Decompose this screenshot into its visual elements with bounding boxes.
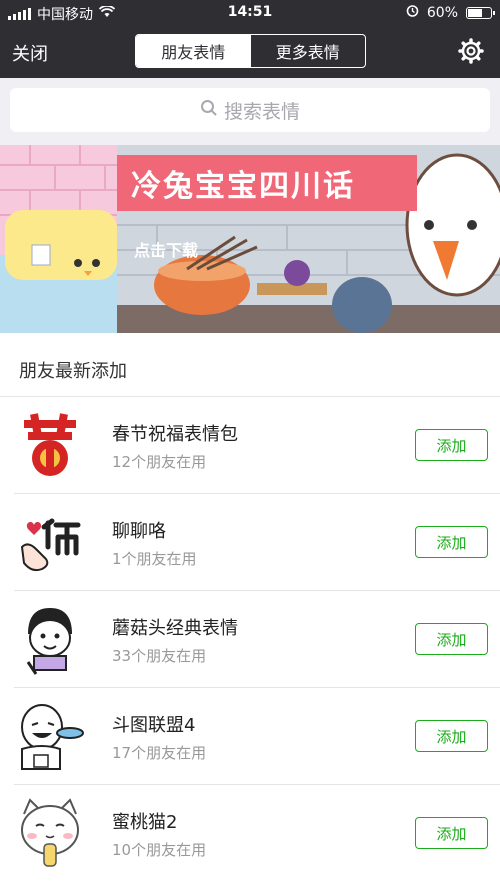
- sticker-user-count: 1个朋友在用: [112, 550, 197, 568]
- sticker-user-count: 12个朋友在用: [112, 453, 207, 471]
- close-button[interactable]: 关闭: [12, 40, 48, 66]
- sticker-user-count: 17个朋友在用: [112, 744, 207, 762]
- search-placeholder: 搜索表情: [223, 100, 300, 123]
- add-button[interactable]: 添加: [415, 526, 488, 558]
- list-item[interactable]: 斗图联盟4 17个朋友在用 添加: [0, 688, 500, 785]
- add-button[interactable]: 添加: [415, 623, 488, 655]
- top-bar: 中国移动 14:51 60% 关闭 朋友表情 更多表情: [0, 0, 500, 78]
- list-item[interactable]: 聊聊咯 1个朋友在用 添加: [0, 494, 500, 591]
- add-button[interactable]: 添加: [415, 720, 488, 752]
- banner-download-link[interactable]: 点击下载: [134, 237, 198, 261]
- sticker-thumbnail: [14, 794, 86, 870]
- tab-more-stickers[interactable]: 更多表情: [251, 35, 366, 67]
- section-title: 朋友最新添加: [19, 361, 127, 382]
- add-button[interactable]: 添加: [415, 429, 488, 461]
- banner-side-panel: [0, 145, 117, 333]
- search-input[interactable]: 搜索表情: [10, 88, 490, 132]
- sticker-name: 蜜桃猫2: [112, 812, 178, 833]
- banner-title: 冷兔宝宝四川话: [117, 155, 417, 211]
- gear-icon[interactable]: [458, 38, 484, 64]
- sticker-thumbnail: [14, 697, 86, 773]
- sticker-thumbnail: [14, 600, 86, 676]
- battery-icon: [466, 6, 495, 19]
- sticker-list: 春节祝福表情包 12个朋友在用 添加 聊聊咯 1个朋友在用 添加 蘑菇头经典表情…: [0, 397, 500, 889]
- search-icon: [200, 99, 218, 122]
- sticker-name: 蘑菇头经典表情: [112, 618, 238, 639]
- alarm-icon: [406, 4, 419, 21]
- sticker-user-count: 33个朋友在用: [112, 647, 207, 665]
- add-button[interactable]: 添加: [415, 817, 488, 849]
- battery-percent: 60%: [426, 4, 458, 21]
- list-item[interactable]: 蘑菇头经典表情 33个朋友在用 添加: [0, 591, 500, 688]
- status-bar: 中国移动 14:51 60%: [0, 0, 500, 26]
- sticker-user-count: 10个朋友在用: [112, 841, 207, 859]
- promo-banner[interactable]: 冷兔宝宝四川话 点击下载: [0, 145, 500, 333]
- sticker-thumbnail: [14, 503, 86, 579]
- tab-friends-stickers[interactable]: 朋友表情: [136, 35, 251, 67]
- section-header: 朋友最新添加: [0, 333, 500, 397]
- sticker-thumbnail: [14, 406, 86, 482]
- list-item[interactable]: 蜜桃猫2 10个朋友在用 添加: [0, 785, 500, 882]
- list-item[interactable]: 春节祝福表情包 12个朋友在用 添加: [0, 397, 500, 494]
- tab-switcher: 朋友表情 更多表情: [135, 34, 366, 68]
- sticker-name: 春节祝福表情包: [112, 424, 238, 445]
- sticker-name: 聊聊咯: [112, 521, 166, 542]
- status-right: 60%: [406, 4, 495, 21]
- sticker-name: 斗图联盟4: [112, 715, 196, 736]
